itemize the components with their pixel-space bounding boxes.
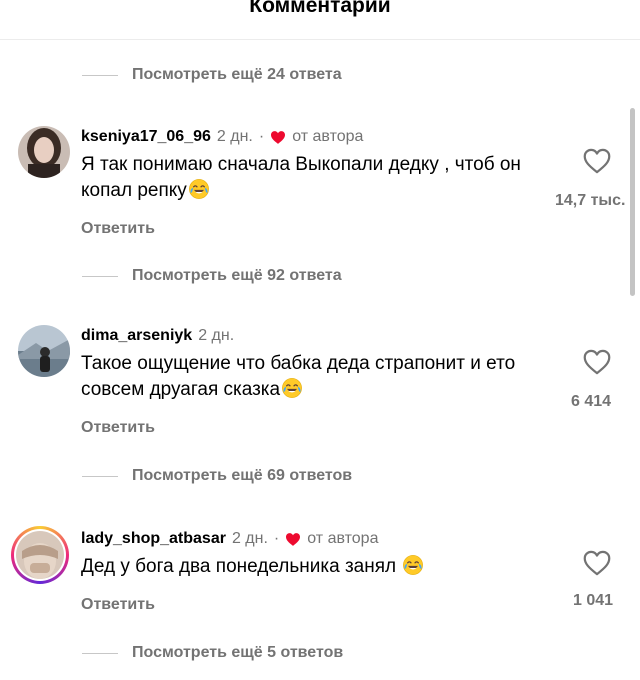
comment-time: 2 дн. — [216, 128, 253, 145]
like-count: 14,7 тыс. — [555, 192, 626, 209]
comment-time: 2 дн. — [198, 327, 235, 344]
avatar[interactable] — [18, 325, 70, 377]
comment-text: Такое ощущение что бабка деда страпонит … — [81, 351, 551, 403]
author-heart-icon — [270, 130, 286, 145]
reply-button[interactable]: Ответить — [81, 419, 155, 437]
scrollbar-thumb[interactable] — [630, 108, 635, 296]
avatar-image — [18, 126, 70, 178]
author-heart-icon — [285, 532, 301, 547]
avatar[interactable] — [18, 126, 70, 178]
avatar-image — [18, 325, 70, 377]
comment-username[interactable]: lady_shop_atbasar — [81, 530, 226, 548]
comment-time: 2 дн. — [231, 530, 268, 547]
like-count: 1 041 — [573, 592, 614, 609]
replies-divider-line — [82, 475, 118, 477]
header-title: Комментарии — [249, 0, 391, 17]
replies-divider-line — [82, 652, 118, 654]
comment-item: kseniya17_06_96 2 дн. · от автора Я так … — [0, 126, 640, 248]
avatar-story-ring[interactable] — [11, 526, 69, 584]
liked-by-author-label: от автора — [292, 128, 364, 145]
tears-of-joy-emoji-icon — [402, 554, 424, 576]
comment-username[interactable]: dima_arseniyk — [81, 327, 192, 345]
like-count: 6 414 — [571, 393, 612, 410]
meta-separator: · — [258, 128, 265, 145]
view-more-replies-button[interactable]: Посмотреть ещё 69 ответов — [82, 466, 352, 486]
comment-item: dima_arseniyk 2 дн. Такое ощущение что б… — [0, 325, 640, 447]
avatar-image — [16, 531, 64, 579]
comment-meta: lady_shop_atbasar 2 дн. · от автора — [81, 530, 378, 548]
tears-of-joy-emoji-icon — [188, 178, 210, 200]
view-more-replies-label: Посмотреть ещё 24 ответа — [132, 66, 342, 83]
comment-username[interactable]: kseniya17_06_96 — [81, 128, 211, 146]
heart-outline-icon[interactable] — [583, 148, 611, 174]
view-more-replies-label: Посмотреть ещё 5 ответов — [132, 644, 344, 661]
avatar — [16, 531, 64, 579]
heart-outline-icon[interactable] — [583, 550, 611, 576]
comment-text: Дед у бога два понедельника занял — [81, 554, 551, 580]
comment-meta: kseniya17_06_96 2 дн. · от автора — [81, 128, 363, 146]
comment-text-content: Я так понимаю сначала Выкопали дедку , ч… — [81, 154, 521, 201]
tears-of-joy-emoji-icon — [281, 377, 303, 399]
view-more-replies-button[interactable]: Посмотреть ещё 24 ответа — [82, 65, 342, 85]
comments-header: Комментарии — [0, 0, 640, 40]
view-more-replies-button[interactable]: Посмотреть ещё 5 ответов — [82, 643, 343, 663]
comment-item: lady_shop_atbasar 2 дн. · от автора Дед … — [0, 526, 640, 630]
comment-meta: dima_arseniyk 2 дн. — [81, 327, 234, 345]
replies-divider-line — [82, 74, 118, 76]
view-more-replies-label: Посмотреть ещё 69 ответов — [132, 467, 353, 484]
comment-text: Я так понимаю сначала Выкопали дедку , ч… — [81, 152, 551, 204]
meta-separator: · — [273, 530, 280, 547]
replies-divider-line — [82, 275, 118, 277]
heart-outline-icon[interactable] — [583, 349, 611, 375]
reply-button[interactable]: Ответить — [81, 596, 155, 614]
liked-by-author-label: от автора — [307, 530, 379, 547]
view-more-replies-label: Посмотреть ещё 92 ответа — [132, 267, 342, 284]
view-more-replies-button[interactable]: Посмотреть ещё 92 ответа — [82, 266, 342, 286]
reply-button[interactable]: Ответить — [81, 220, 155, 238]
comment-text-content: Дед у бога два понедельника занял — [81, 556, 402, 577]
